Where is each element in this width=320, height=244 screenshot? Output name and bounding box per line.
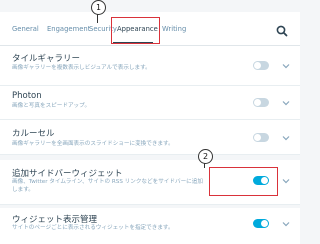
callout-1-marker: 1 (91, 0, 106, 15)
chevron-down-icon[interactable] (282, 220, 290, 228)
module-toggle[interactable] (253, 61, 269, 70)
chevron-down-icon[interactable] (282, 134, 290, 142)
module-card-tiled-gallery: タイルギャラリー 画像ギャラリーを複数表示しビジュアルで表示します。 (0, 46, 300, 86)
module-card-widget-visibility: ウィジェット表示管理 サイトのページごとに表示されるウィジェットを指定できます。 (0, 208, 300, 244)
top-strip (0, 0, 300, 12)
tab-engagement[interactable]: Engagement (47, 25, 90, 33)
chevron-down-icon[interactable] (282, 177, 290, 185)
module-toggle[interactable] (253, 219, 269, 228)
card-title: ウィジェット表示管理 (12, 215, 98, 225)
card-description: 画像、Twitter タイムライン、サイトの RSS リンクなどをサイドバーに追… (12, 179, 203, 193)
toggle-highlight (209, 167, 278, 196)
card-title: カルーセル (12, 129, 55, 139)
card-description: 画像ギャラリーを全画面表示のスライドショーに変換できます。 (12, 141, 174, 147)
module-card-photon: Photon 画像と写真をスピードアップ。 (0, 86, 300, 120)
chevron-down-icon[interactable] (282, 62, 290, 70)
card-description: サイトのページごとに表示されるウィジェットを指定できます。 (12, 225, 174, 231)
chevron-down-icon[interactable] (282, 99, 290, 107)
module-toggle[interactable] (253, 133, 269, 142)
tab-writing[interactable]: Writing (162, 25, 186, 33)
card-title: タイルギャラリー (12, 54, 81, 64)
module-card-carousel: カルーセル 画像ギャラリーを全画面表示のスライドショーに変換できます。 (0, 120, 300, 155)
card-title: Photon (12, 91, 42, 101)
card-description: 画像と写真をスピードアップ。 (12, 103, 91, 109)
tab-general[interactable]: General (12, 25, 39, 33)
search-icon[interactable] (275, 24, 289, 38)
callout-2-marker: 2 (198, 149, 213, 164)
card-description: 画像ギャラリーを複数表示しビジュアルで表示します。 (12, 65, 151, 71)
appearance-tab-highlight (111, 17, 160, 44)
module-toggle[interactable] (253, 98, 269, 107)
card-title: 追加サイドバーウィジェット (12, 169, 123, 179)
